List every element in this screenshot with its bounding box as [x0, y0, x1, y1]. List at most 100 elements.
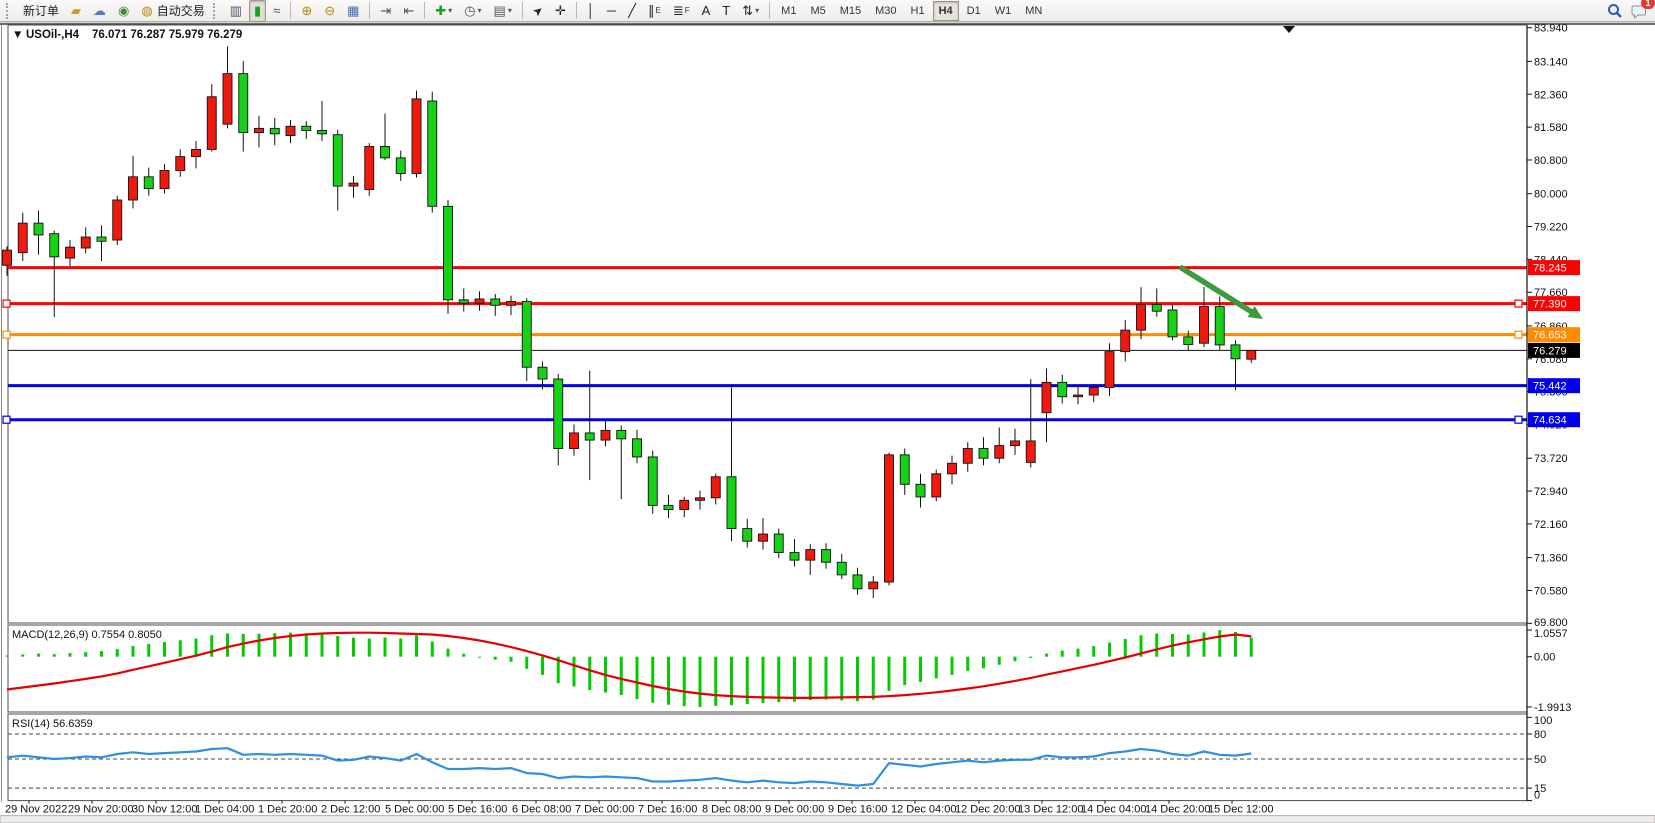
equidistant-channel-icon[interactable]: ∥E: [643, 0, 666, 22]
rsi-panel[interactable]: [8, 714, 1527, 801]
tile-windows-icon[interactable]: ▦: [342, 0, 364, 22]
candle-body: [932, 474, 941, 497]
macd-histogram-bar: [636, 657, 639, 699]
macd-histogram-bar: [1077, 649, 1080, 657]
timeframe-m1[interactable]: M1: [775, 1, 802, 21]
chart-shift-icon[interactable]: ⇤: [398, 0, 419, 22]
macd-panel[interactable]: [8, 625, 1527, 712]
line-handle[interactable]: [3, 416, 10, 423]
macd-histogram-bar: [1092, 646, 1095, 657]
timeframe-m5[interactable]: M5: [804, 1, 831, 21]
candle-body: [601, 430, 610, 440]
chart-title-marker[interactable]: ▼: [12, 29, 23, 41]
price-tick-label: 70.580: [1534, 585, 1568, 597]
macd-histogram-bar: [210, 635, 213, 656]
macd-histogram-bar: [1045, 654, 1048, 657]
macd-tick-label: 0.00: [1534, 652, 1555, 664]
candlestick-chart-icon[interactable]: ▮: [249, 0, 266, 22]
timeframe-d1[interactable]: D1: [961, 1, 987, 21]
toolbar-separator: [424, 2, 425, 19]
signal-icon[interactable]: ◉: [113, 0, 134, 22]
macd-histogram-bar: [179, 640, 182, 656]
chevron-down-icon[interactable]: ▾: [448, 6, 452, 15]
hline-price-text: 76.653: [1533, 330, 1567, 342]
trendline-icon[interactable]: ╱: [623, 0, 641, 22]
horizontal-line-icon[interactable]: ─: [602, 0, 621, 22]
macd-histogram-bar: [368, 639, 371, 657]
candle-body: [1215, 307, 1224, 345]
templates-icon[interactable]: ▤▾: [489, 0, 517, 22]
line-handle[interactable]: [1515, 300, 1522, 307]
macd-histogram-bar: [762, 657, 765, 703]
candle-body: [207, 97, 216, 150]
macd-histogram-bar: [935, 657, 938, 679]
candle-body: [333, 135, 342, 186]
candle-body: [696, 498, 705, 501]
timeframe-h1[interactable]: H1: [905, 1, 931, 21]
chart-area[interactable]: 83.94083.14082.36081.58080.80080.00079.2…: [0, 22, 1655, 823]
price-tick-label: 81.580: [1534, 122, 1568, 134]
candle-body: [727, 477, 736, 529]
vertical-line-icon[interactable]: │: [582, 0, 600, 22]
hline-price-text: 74.634: [1533, 415, 1567, 427]
time-tick-label: 5 Dec 00:00: [385, 804, 444, 816]
line-handle[interactable]: [1515, 331, 1522, 338]
auto-scroll-icon[interactable]: ⇥: [375, 0, 396, 22]
time-tick-label: 9 Dec 16:00: [828, 804, 887, 816]
arrows-tool-icon[interactable]: ⇅▾: [737, 0, 764, 22]
periods-icon: ◷: [464, 1, 475, 21]
candle-body: [3, 250, 12, 265]
main-panel[interactable]: [8, 25, 1527, 623]
macd-histogram-bar: [809, 657, 812, 700]
timeframe-mn[interactable]: MN: [1019, 1, 1048, 21]
auto-trading-button[interactable]: ◍自动交易: [136, 0, 209, 22]
timeframe-m15[interactable]: M15: [834, 1, 867, 21]
candle-body: [790, 553, 799, 561]
chevron-down-icon[interactable]: ▾: [755, 6, 759, 15]
add-indicator-icon[interactable]: ✚▾: [430, 0, 457, 22]
candle-body: [995, 446, 1004, 459]
order-tag-icon[interactable]: ▰: [66, 0, 86, 22]
candle-body: [570, 433, 579, 449]
timeframe-h4[interactable]: H4: [933, 1, 959, 21]
timeframe-w1[interactable]: W1: [989, 1, 1018, 21]
candle-body: [538, 367, 547, 379]
crosshair-icon[interactable]: ✛: [550, 0, 571, 22]
chevron-down-icon[interactable]: ▾: [508, 6, 512, 15]
candle-body: [255, 128, 264, 132]
chevron-down-icon[interactable]: ▾: [478, 6, 482, 15]
time-axis[interactable]: 29 Nov 202229 Nov 20:0030 Nov 12:001 Dec…: [0, 801, 1655, 816]
cursor-icon[interactable]: ➤: [528, 0, 548, 22]
line-handle[interactable]: [3, 331, 10, 338]
line-handle[interactable]: [3, 300, 10, 307]
auto-scroll-icon: ⇥: [380, 1, 391, 21]
macd-histogram-bar: [793, 657, 796, 702]
candle-body: [129, 177, 138, 200]
bar-chart-icon[interactable]: ▥: [225, 0, 247, 22]
timeframe-m30[interactable]: M30: [869, 1, 902, 21]
periods-icon[interactable]: ◷▾: [459, 0, 486, 22]
candle-body: [1247, 350, 1256, 359]
candle-body: [900, 455, 909, 484]
candle-body: [396, 158, 405, 174]
candle-body: [444, 206, 453, 300]
text-icon[interactable]: A: [697, 0, 716, 22]
candle-body: [648, 457, 657, 505]
time-tick-label: 29 Nov 2022: [5, 804, 67, 816]
status-strip: [0, 816, 1655, 823]
chat-icon[interactable]: 1: [1629, 1, 1649, 21]
candle-body: [1200, 307, 1209, 344]
new-order-button[interactable]: 新订单: [18, 0, 64, 22]
text-label-icon[interactable]: T: [717, 0, 735, 22]
hline-price-text: 75.442: [1533, 381, 1567, 393]
fibonacci-icon[interactable]: ≣F: [668, 0, 695, 22]
experts-icon[interactable]: ☁: [88, 0, 111, 22]
zoom-in-icon[interactable]: ⊕: [296, 0, 317, 22]
candle-body: [1026, 441, 1035, 462]
search-icon[interactable]: [1605, 1, 1625, 21]
time-tick-label: 2 Dec 12:00: [321, 804, 380, 816]
line-chart-icon[interactable]: ≈: [268, 0, 285, 22]
zoom-out-icon[interactable]: ⊖: [319, 0, 340, 22]
macd-histogram-bar: [447, 649, 450, 657]
line-handle[interactable]: [1515, 416, 1522, 423]
